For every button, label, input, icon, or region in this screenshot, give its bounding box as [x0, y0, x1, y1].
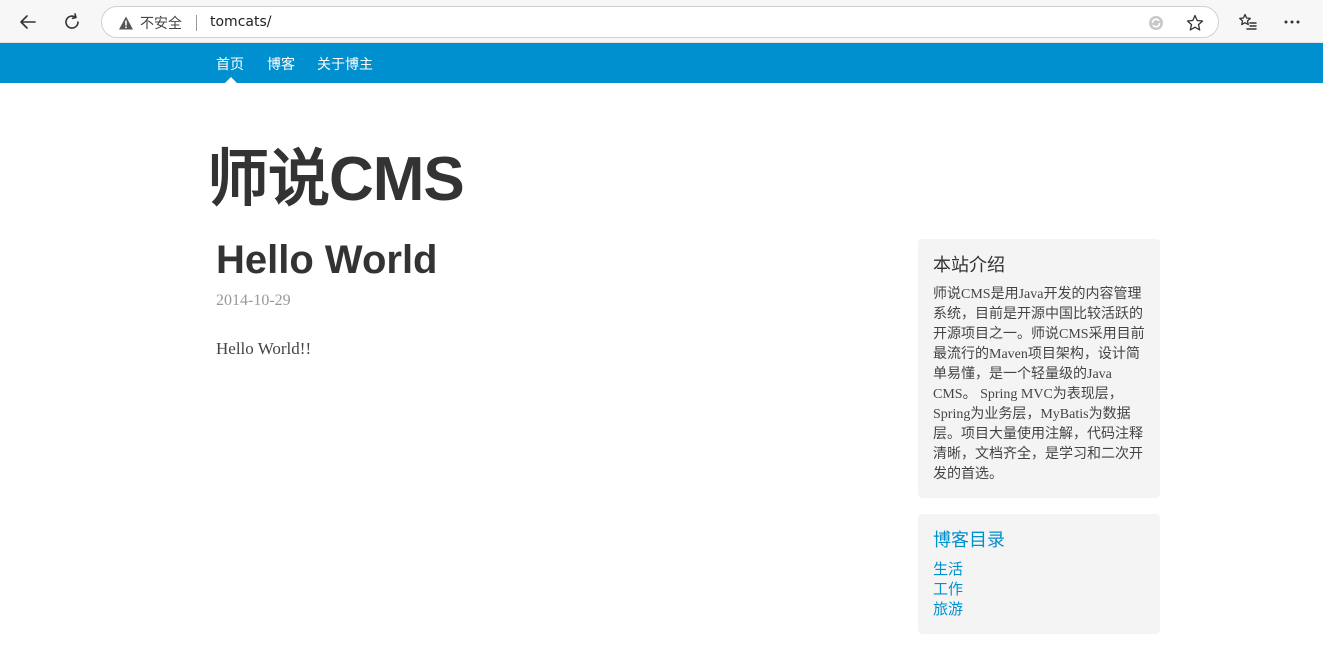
blog-categories-title[interactable]: 博客目录: [933, 526, 1005, 552]
category-link[interactable]: 工作: [933, 579, 963, 599]
category-link[interactable]: 旅游: [933, 599, 963, 619]
nav-item-home[interactable]: 首页: [216, 54, 244, 74]
browser-toolbar: 不安全 tomcats/: [0, 0, 1323, 43]
post-date: 2014-10-29: [216, 292, 291, 309]
back-arrow-icon: [20, 15, 36, 29]
sync-icon: [1149, 16, 1163, 30]
more-icon: [1284, 20, 1300, 24]
refresh-button[interactable]: [56, 6, 88, 38]
address-bar[interactable]: 不安全 tomcats/: [101, 6, 1219, 38]
active-nav-indicator: [225, 77, 237, 83]
post-title[interactable]: Hello World: [216, 238, 437, 283]
address-divider: [196, 15, 197, 31]
warning-icon: [119, 16, 133, 30]
category-link[interactable]: 生活: [933, 559, 963, 579]
favorite-button[interactable]: [1185, 13, 1205, 33]
refresh-icon: [65, 13, 79, 29]
back-button[interactable]: [12, 6, 44, 38]
site-intro-text: 师说CMS是用Java开发的内容管理系统，目前是开源中国比较活跃的开源项目之一。…: [933, 287, 1145, 482]
favorites-list-icon: [1239, 13, 1257, 30]
star-icon: [1186, 14, 1204, 31]
settings-menu-button[interactable]: [1276, 6, 1308, 38]
site-intro-title: 本站介绍: [933, 255, 1005, 276]
site-intro-widget: 本站介绍 师说CMS是用Java开发的内容管理系统，目前是开源中国比较活跃的开源…: [918, 239, 1160, 498]
url-text[interactable]: tomcats/: [210, 14, 271, 30]
category-list: 生活 工作 旅游: [933, 559, 963, 619]
read-aloud-button[interactable]: [1146, 13, 1166, 33]
nav-item-about[interactable]: 关于博主: [317, 54, 373, 74]
favorites-button[interactable]: [1232, 6, 1264, 38]
security-indicator[interactable]: 不安全: [118, 14, 182, 32]
nav-item-blog[interactable]: 博客: [267, 54, 295, 74]
site-title: 师说CMS: [207, 145, 465, 214]
site-navbar: 首页 博客 关于博主: [0, 43, 1323, 83]
post-body: Hello World!!: [216, 339, 312, 358]
security-label: 不安全: [140, 16, 182, 32]
blog-categories-widget: 博客目录 生活 工作 旅游: [918, 514, 1160, 634]
